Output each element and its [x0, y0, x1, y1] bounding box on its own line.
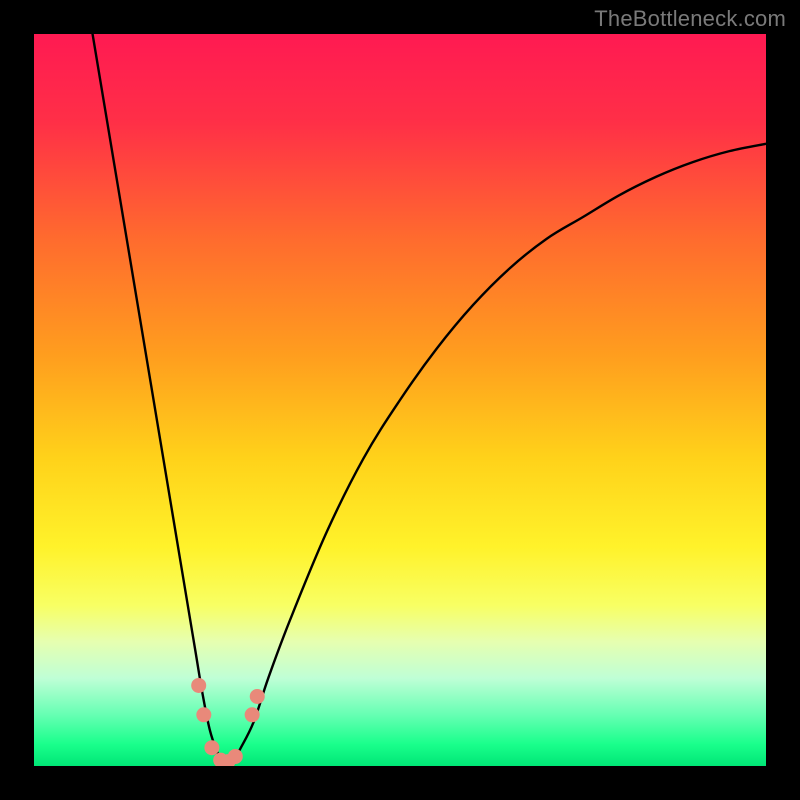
plot-area: [34, 34, 766, 766]
marker-group: [191, 678, 265, 766]
marker-dot: [196, 707, 211, 722]
marker-dot: [204, 740, 219, 755]
marker-dot: [250, 689, 265, 704]
chart-frame: TheBottleneck.com: [0, 0, 800, 800]
curve-layer: [34, 34, 766, 766]
marker-dot: [245, 707, 260, 722]
marker-dot: [191, 678, 206, 693]
marker-dot: [228, 749, 243, 764]
watermark-text: TheBottleneck.com: [594, 6, 786, 32]
bottleneck-curve: [93, 34, 766, 766]
